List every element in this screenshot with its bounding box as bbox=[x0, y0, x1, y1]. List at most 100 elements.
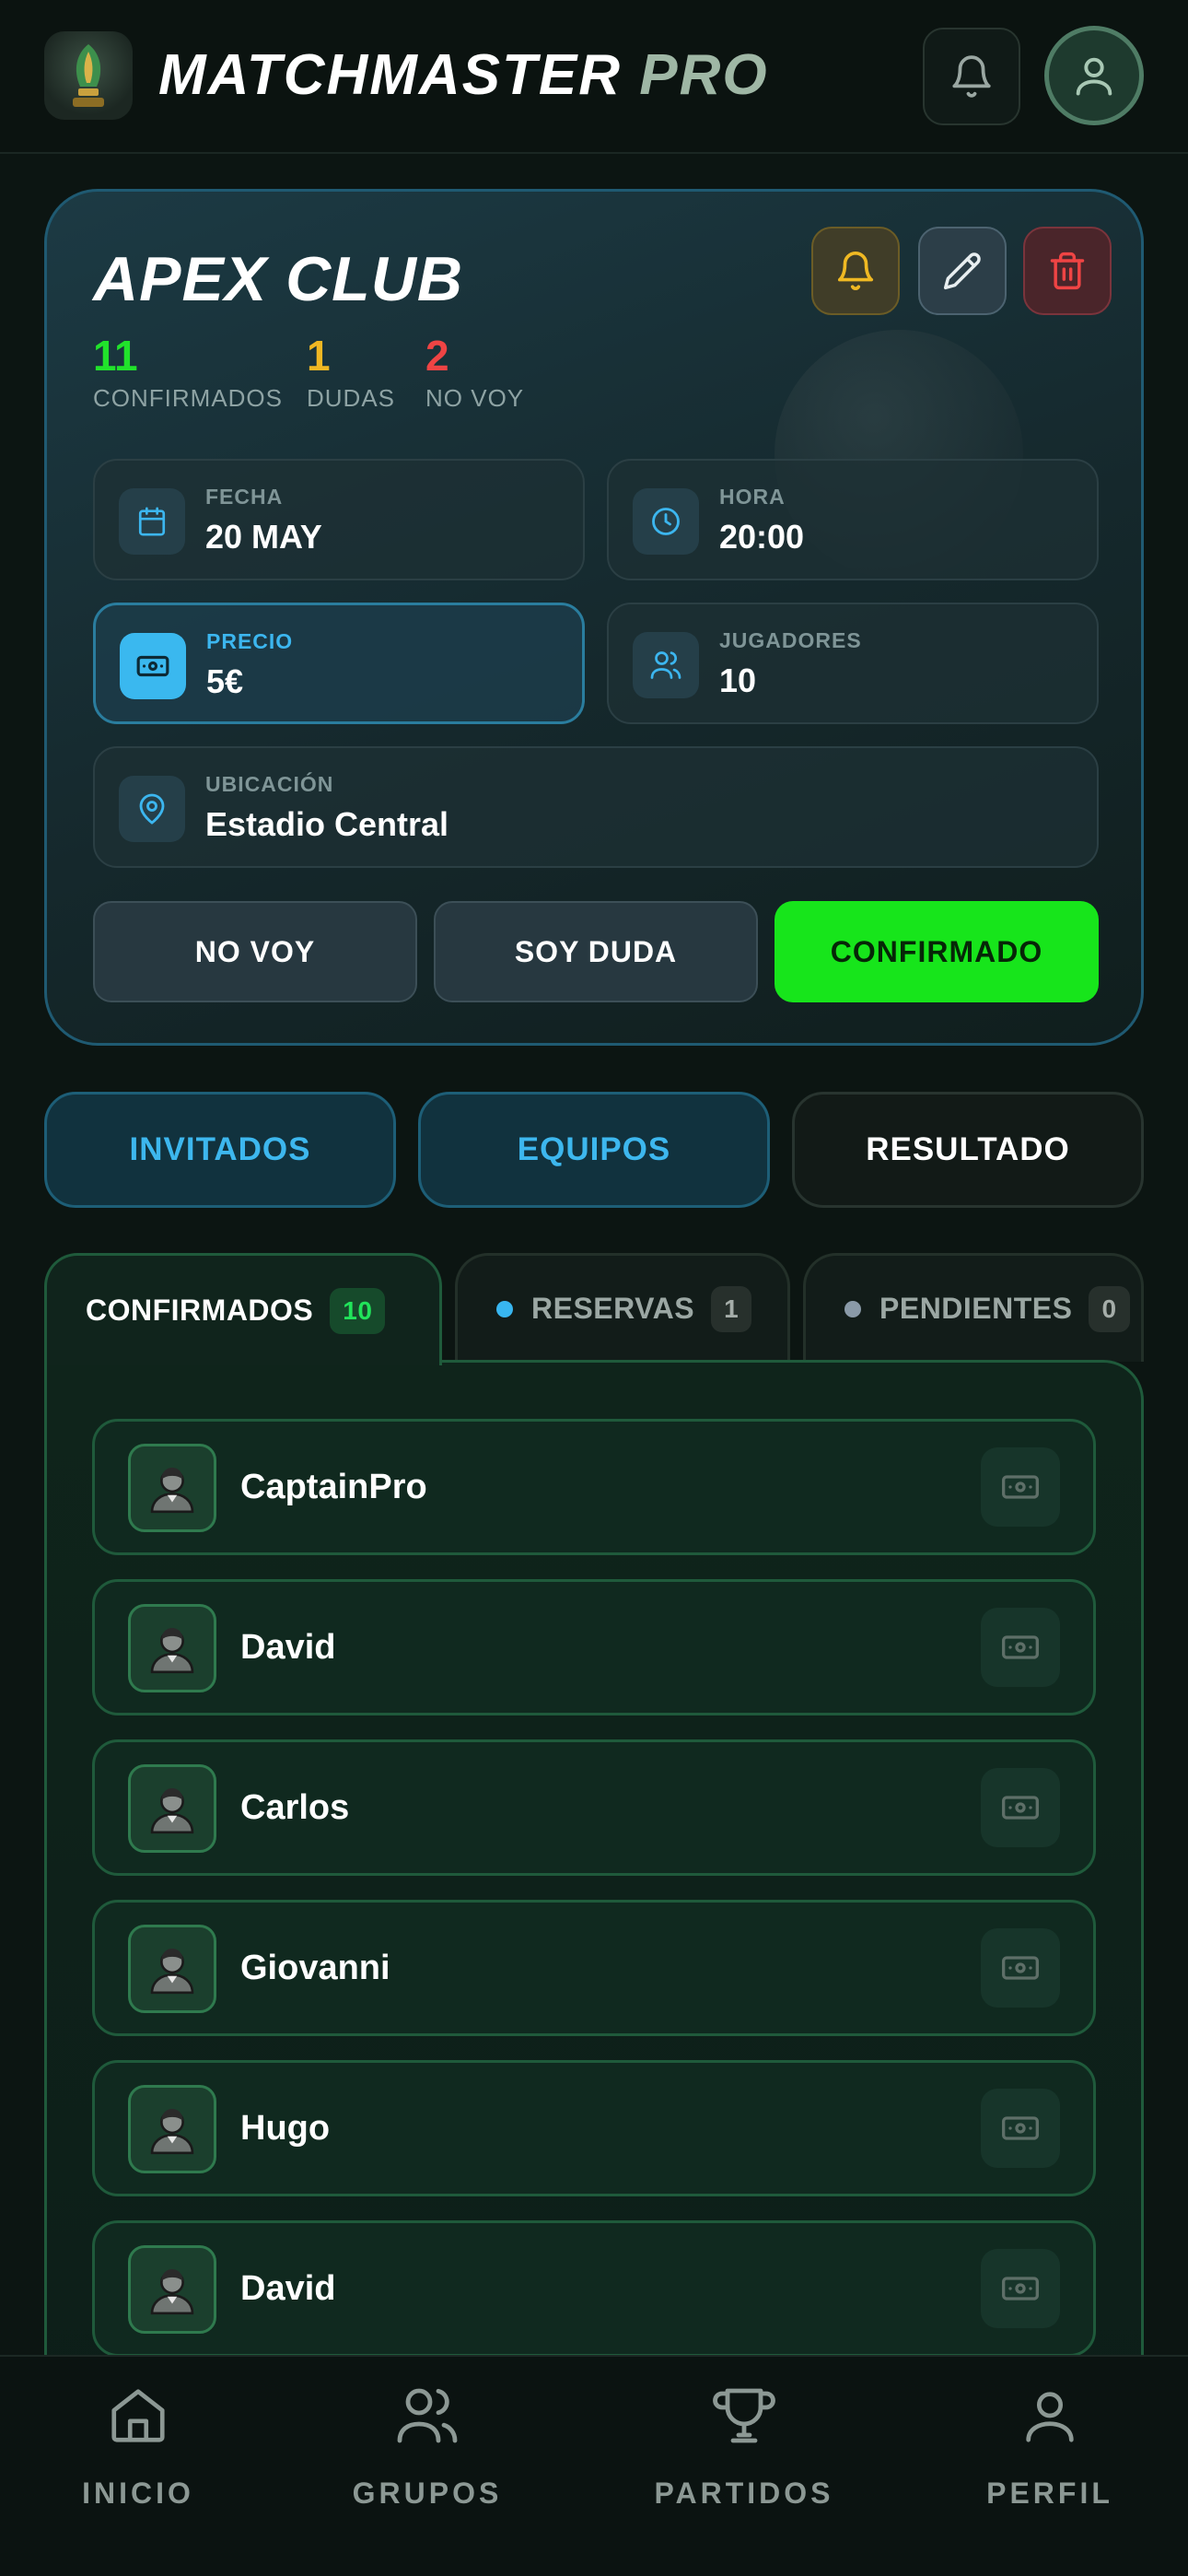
stat-label: DUDAS bbox=[307, 384, 396, 412]
subtab-label: PENDIENTES bbox=[879, 1292, 1073, 1325]
subtab-confirmados[interactable]: CONFIRMADOS 10 bbox=[44, 1253, 442, 1365]
bell-icon bbox=[837, 252, 874, 290]
cash-icon bbox=[1002, 1956, 1039, 1980]
clock-icon bbox=[633, 488, 699, 555]
user-icon bbox=[1018, 2379, 1082, 2453]
brand-main-text: MATCHMASTER bbox=[158, 43, 623, 107]
nav-label: PERFIL bbox=[986, 2476, 1113, 2510]
count-badge: 1 bbox=[711, 1285, 752, 1332]
player-name: CaptainPro bbox=[240, 1468, 427, 1506]
players-value: 10 bbox=[719, 662, 757, 699]
nav-label: GRUPOS bbox=[352, 2476, 503, 2510]
nav-item-perfil[interactable]: PERFIL bbox=[930, 2357, 1170, 2541]
trash-icon bbox=[1050, 252, 1085, 290]
stat-confirmados: 11 CONFIRMADOS bbox=[93, 330, 283, 415]
count-badge: 10 bbox=[330, 1287, 386, 1334]
payment-status-button[interactable] bbox=[981, 1447, 1060, 1527]
notify-button[interactable] bbox=[811, 227, 900, 315]
player-avatar-icon bbox=[128, 1925, 216, 2013]
stat-value: 2 bbox=[425, 332, 449, 380]
subtab-label: RESERVAS bbox=[531, 1292, 695, 1325]
edit-button[interactable] bbox=[918, 227, 1007, 315]
calendar-icon bbox=[119, 488, 185, 555]
payment-status-button[interactable] bbox=[981, 2089, 1060, 2168]
stat-value: 11 bbox=[93, 332, 138, 380]
cash-icon bbox=[120, 633, 186, 699]
nav-label: INICIO bbox=[82, 2476, 194, 2510]
subtab-reservas[interactable]: RESERVAS 1 bbox=[455, 1253, 790, 1362]
trophy-icon bbox=[44, 31, 133, 120]
location-value: Estadio Central bbox=[205, 805, 449, 843]
cash-icon bbox=[1002, 1635, 1039, 1659]
map-pin-icon bbox=[119, 776, 185, 842]
player-avatar-icon bbox=[128, 1764, 216, 1853]
nav-item-inicio[interactable]: INICIO bbox=[18, 2357, 258, 2541]
price-value: 5€ bbox=[206, 662, 244, 700]
delete-button[interactable] bbox=[1023, 227, 1112, 315]
stat-no-voy: 2 NO VOY bbox=[425, 330, 524, 415]
subtab-label: CONFIRMADOS bbox=[86, 1294, 314, 1327]
cash-icon bbox=[1002, 2277, 1039, 2301]
nav-label: PARTIDOS bbox=[654, 2476, 834, 2510]
player-row[interactable]: Carlos bbox=[92, 1739, 1096, 1876]
player-name: David bbox=[240, 2269, 336, 2308]
bottom-navigation: INICIO GRUPOS PARTIDOS PERFIL bbox=[0, 2355, 1188, 2576]
stat-label: CONFIRMADOS bbox=[93, 384, 283, 412]
player-avatar-icon bbox=[128, 2245, 216, 2334]
notifications-button[interactable] bbox=[923, 28, 1020, 125]
date-info: FECHA 20 MAY bbox=[93, 459, 585, 580]
nav-item-partidos[interactable]: PARTIDOS bbox=[624, 2357, 864, 2541]
player-avatar-icon bbox=[128, 1604, 216, 1692]
bell-icon bbox=[952, 55, 991, 98]
player-row[interactable]: David bbox=[92, 1579, 1096, 1715]
subtab-pendientes[interactable]: PENDIENTES 0 bbox=[803, 1253, 1144, 1362]
payment-status-button[interactable] bbox=[981, 1928, 1060, 2008]
user-icon bbox=[1076, 57, 1112, 96]
match-title: APEX CLUB bbox=[93, 244, 463, 314]
nav-item-grupos[interactable]: GRUPOS bbox=[308, 2357, 547, 2541]
player-row[interactable]: Hugo bbox=[92, 2060, 1096, 2196]
tab-resultado[interactable]: RESULTADO bbox=[792, 1092, 1144, 1208]
app-title: MATCHMASTER PRO bbox=[158, 39, 769, 112]
app-header: MATCHMASTER PRO bbox=[0, 0, 1188, 154]
payment-status-button[interactable] bbox=[981, 1768, 1060, 1847]
price-info: PRECIO 5€ bbox=[93, 603, 585, 724]
count-badge: 0 bbox=[1089, 1285, 1130, 1332]
location-label: UBICACIÓN bbox=[205, 772, 334, 796]
stat-dudas: 1 DUDAS bbox=[307, 330, 395, 415]
trophy-icon bbox=[711, 2379, 777, 2453]
soy-duda-button[interactable]: SOY DUDA bbox=[434, 901, 758, 1002]
player-name: David bbox=[240, 1628, 336, 1667]
player-name: Hugo bbox=[240, 2109, 331, 2148]
profile-avatar-button[interactable] bbox=[1044, 26, 1144, 125]
location-info: UBICACIÓN Estadio Central bbox=[93, 746, 1099, 868]
player-name: Giovanni bbox=[240, 1949, 390, 1987]
payment-status-button[interactable] bbox=[981, 1608, 1060, 1687]
stat-value: 1 bbox=[307, 332, 331, 380]
match-card: APEX CLUB 11 CONFIRMADOS 1 DUDAS 2 NO VO… bbox=[44, 189, 1144, 1046]
date-value: 20 MAY bbox=[205, 518, 322, 556]
users-icon bbox=[394, 2379, 460, 2453]
tab-equipos[interactable]: EQUIPOS bbox=[418, 1092, 770, 1208]
time-label: HORA bbox=[719, 485, 786, 509]
price-label: PRECIO bbox=[206, 629, 294, 653]
status-dot bbox=[496, 1300, 513, 1317]
brand-accent-text: PRO bbox=[639, 43, 769, 107]
date-label: FECHA bbox=[205, 485, 284, 509]
player-row[interactable]: David bbox=[92, 2220, 1096, 2357]
users-icon bbox=[633, 632, 699, 698]
pencil-icon bbox=[943, 252, 981, 290]
stat-label: NO VOY bbox=[425, 384, 525, 412]
player-avatar-icon bbox=[128, 1444, 216, 1532]
tab-invitados[interactable]: INVITADOS bbox=[44, 1092, 396, 1208]
home-icon bbox=[106, 2379, 170, 2453]
cash-icon bbox=[1002, 1796, 1039, 1820]
payment-status-button[interactable] bbox=[981, 2249, 1060, 2328]
no-voy-button[interactable]: NO VOY bbox=[93, 901, 417, 1002]
time-value: 20:00 bbox=[719, 518, 805, 556]
confirmado-button[interactable]: CONFIRMADO bbox=[775, 901, 1099, 1002]
cash-icon bbox=[1002, 2116, 1039, 2140]
player-row[interactable]: Giovanni bbox=[92, 1900, 1096, 2036]
player-row[interactable]: CaptainPro bbox=[92, 1419, 1096, 1555]
player-name: Carlos bbox=[240, 1788, 350, 1827]
